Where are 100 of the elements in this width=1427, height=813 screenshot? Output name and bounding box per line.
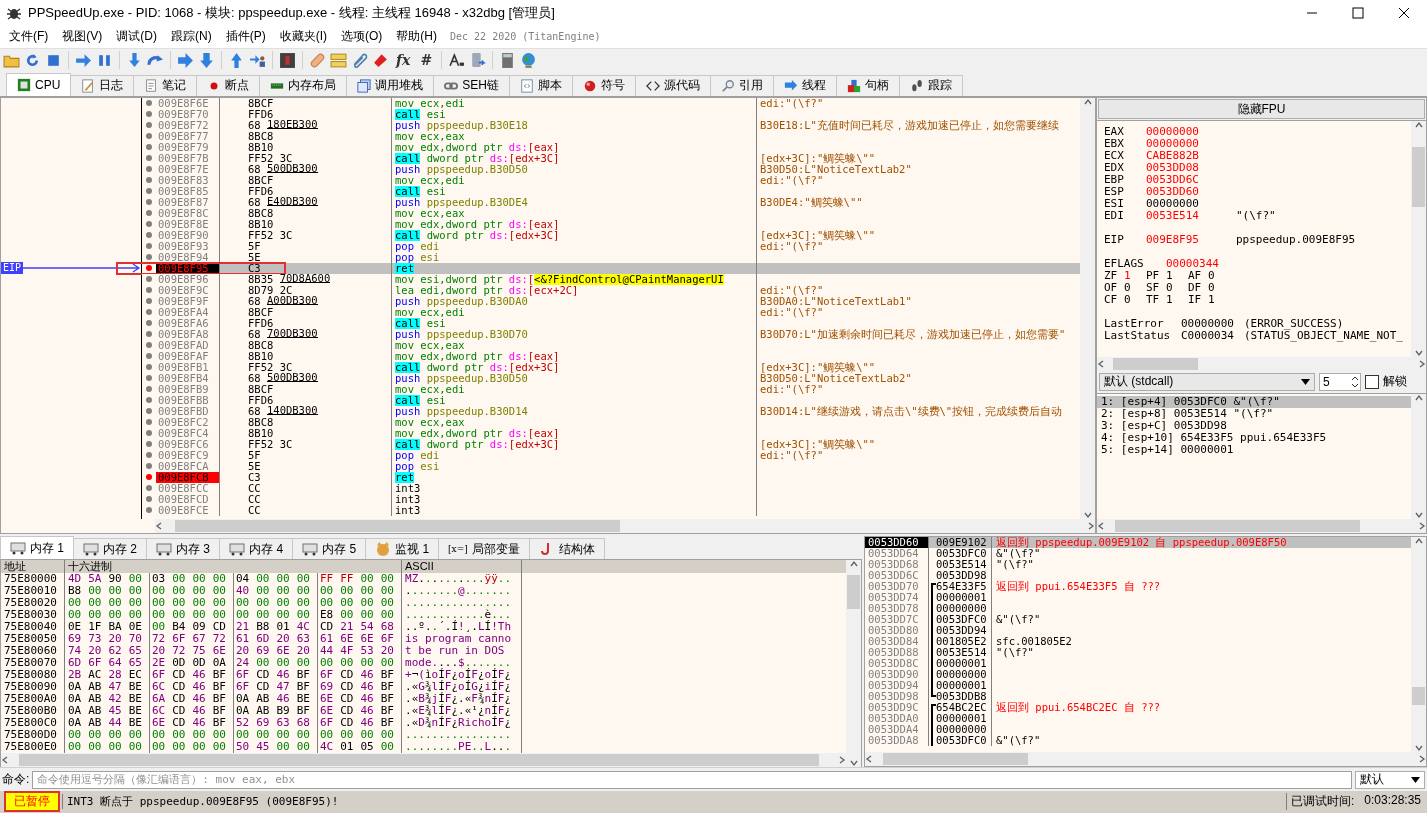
breakpoint-dot[interactable] [146, 100, 152, 107]
breakpoint-dot[interactable] [146, 122, 152, 129]
breakpoint-dot[interactable] [146, 386, 152, 393]
scrollbar-thumb[interactable] [175, 520, 620, 533]
toolbar-button[interactable]: # [417, 51, 436, 70]
breakpoint-dot[interactable] [146, 485, 152, 492]
breakpoint-dot[interactable] [146, 133, 152, 140]
script-icon[interactable] [279, 51, 296, 69]
toolbar-button[interactable]: fx [393, 51, 414, 70]
bookmark-icon[interactable] [372, 51, 389, 69]
tab[interactable]: 调用堆栈 [346, 74, 435, 96]
breakpoint-dot[interactable] [146, 430, 152, 437]
instruction-row[interactable]: C3 ret [220, 262, 1080, 274]
breakpoint-dot[interactable] [146, 210, 152, 217]
menu-item[interactable]: 选项(O) [334, 28, 390, 46]
scroll-left-icon[interactable] [1, 756, 9, 765]
tab[interactable]: 日志 [70, 74, 135, 96]
scroll-down-icon[interactable] [1414, 744, 1423, 753]
device-icon[interactable] [469, 51, 487, 69]
breakpoint-dot[interactable] [146, 309, 152, 316]
scroll-right-icon[interactable] [1418, 359, 1426, 368]
horizontal-scrollbar[interactable] [1, 753, 846, 768]
register-value[interactable]: 00000344 [1166, 257, 1256, 270]
breakpoint-dot[interactable] [146, 463, 152, 470]
scroll-up-icon[interactable] [1414, 393, 1423, 402]
globe-icon[interactable] [520, 51, 538, 69]
scrollbar-thumb[interactable] [1412, 687, 1425, 706]
breakpoint-dot[interactable] [146, 364, 152, 371]
tab[interactable]: 跟踪 [899, 74, 964, 96]
scroll-up-icon[interactable] [1083, 97, 1092, 106]
command-field[interactable]: 命令使用逗号分隔（像汇编语言）: mov eax, ebx [32, 770, 1352, 789]
menu-item[interactable]: 文件(F) [2, 28, 56, 46]
menu-item[interactable]: 帮助(H) [389, 28, 444, 46]
breakpoint-dot[interactable] [146, 166, 152, 173]
scroll-right-icon[interactable] [1087, 522, 1095, 531]
register-value[interactable]: 0053DD6C [1146, 173, 1236, 186]
tab[interactable]: 内存 1 [0, 536, 74, 560]
flag-value[interactable]: 1 [1166, 293, 1188, 306]
scroll-up-icon[interactable] [1414, 120, 1423, 129]
register-value[interactable]: 00000000 [1146, 137, 1236, 150]
breakpoint-dot[interactable] [146, 243, 152, 250]
scroll-up-icon[interactable] [1414, 537, 1423, 546]
argument-row[interactable]: 4: [esp+10] 654E33F5 ppui.654E33F5 [1097, 431, 1411, 444]
breakpoint-dot[interactable] [146, 320, 152, 327]
register-value[interactable]: 0053E514 [1146, 209, 1236, 222]
scroll-left-icon[interactable] [865, 755, 873, 764]
scrollbar-thumb[interactable] [1115, 520, 1360, 533]
breakpoint-dot[interactable] [146, 254, 152, 261]
tab[interactable]: CPU [6, 72, 72, 96]
breakpoint-dot[interactable] [146, 397, 152, 404]
flag-value[interactable]: 0 [1124, 281, 1146, 294]
breakpoint-dot[interactable] [146, 419, 152, 426]
scrollbar-thumb[interactable] [883, 753, 1028, 766]
breakpoint-dot[interactable] [146, 375, 152, 382]
breakpoint-dot[interactable] [146, 276, 152, 283]
flag-value[interactable]: 0 [1124, 293, 1146, 306]
horizontal-scrollbar[interactable] [155, 519, 1095, 534]
breakpoint-dot[interactable] [146, 287, 152, 294]
breakpoint-dot[interactable] [146, 496, 152, 503]
command-mode-dropdown[interactable]: 默认 [1355, 770, 1425, 789]
breakpoint-dot[interactable] [146, 441, 152, 448]
vertical-scrollbar[interactable] [1411, 393, 1426, 520]
flag-value[interactable]: 1 [1124, 269, 1146, 282]
tab[interactable]: 句柄 [836, 74, 901, 96]
flag-value[interactable]: 0 [1208, 269, 1230, 282]
breakpoint-dot[interactable] [146, 331, 152, 338]
scroll-right-icon[interactable] [1418, 755, 1426, 764]
scroll-left-icon[interactable] [155, 522, 163, 531]
breakpoint-dot[interactable] [146, 265, 152, 272]
breakpoint-dot[interactable] [146, 507, 152, 514]
flag-value[interactable]: 1 [1208, 293, 1230, 306]
menu-item[interactable]: 视图(V) [55, 28, 110, 46]
argument-row[interactable]: 3: [esp+C] 0053DD98 [1097, 419, 1411, 432]
breakpoint-dot[interactable] [146, 408, 152, 415]
scroll-left-icon[interactable] [1097, 359, 1105, 368]
register-value[interactable]: 0053DD08 [1146, 161, 1236, 174]
lock-checkbox[interactable] [1365, 374, 1379, 389]
vertical-scrollbar[interactable] [846, 560, 861, 768]
horizontal-scrollbar[interactable] [1097, 519, 1426, 534]
scrollbar-thumb[interactable] [19, 754, 819, 767]
scrollbar-thumb[interactable] [847, 575, 860, 610]
argument-row[interactable]: 2: [esp+8] 0053E514 "(\f?" [1097, 407, 1411, 420]
argument-row[interactable]: 1: [esp+4] 0053DFC0 &"(\f?" [1097, 395, 1411, 408]
scroll-down-icon[interactable] [1414, 348, 1423, 357]
breakpoint-dot[interactable] [146, 342, 152, 349]
breakpoint-dot[interactable] [146, 155, 152, 162]
spinner-icon[interactable] [1350, 374, 1360, 389]
calling-convention-dropdown[interactable]: 默认 (stdcall) [1099, 372, 1315, 391]
font-size-icon[interactable] [448, 51, 466, 69]
vertical-scrollbar[interactable] [1411, 120, 1426, 357]
breakpoint-dot[interactable] [146, 177, 152, 184]
tab[interactable]: 结构体 [528, 538, 605, 560]
breakpoint-dot[interactable] [146, 232, 152, 239]
breakpoint-dot[interactable] [146, 221, 152, 228]
register-value[interactable]: CABE882B [1146, 149, 1236, 162]
up-arrow-icon[interactable] [228, 51, 245, 69]
menu-item[interactable]: 跟踪(N) [164, 28, 219, 46]
breakpoint-dot[interactable] [146, 188, 152, 195]
flag-value[interactable]: 1 [1166, 269, 1188, 282]
flag-value[interactable]: 0 [1166, 281, 1188, 294]
